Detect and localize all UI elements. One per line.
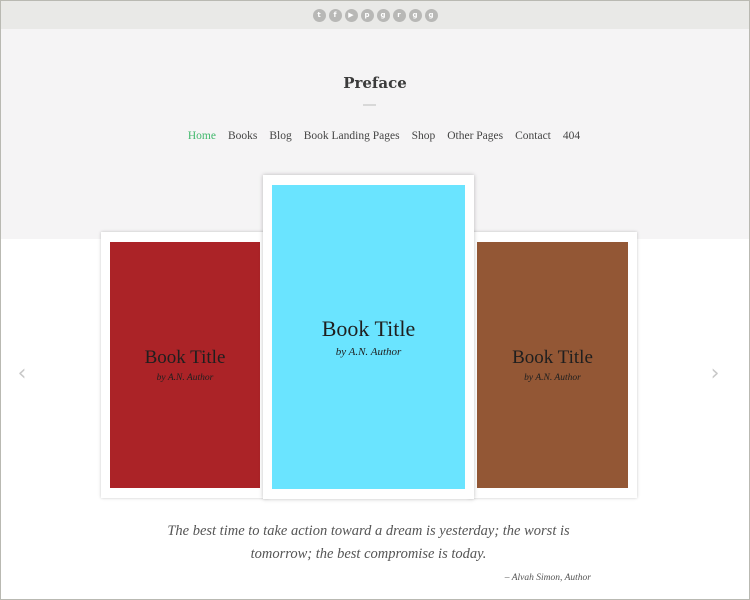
book-card[interactable]: Book Title by A.N. Author <box>468 232 637 498</box>
quote-text: The best time to take action toward a dr… <box>167 523 570 562</box>
reddit-icon[interactable]: r <box>392 8 406 22</box>
nav-item-blog[interactable]: Blog <box>269 130 291 142</box>
book-author: by A.N. Author <box>524 373 581 383</box>
book-title: Book Title <box>144 347 226 368</box>
book-title: Book Title <box>512 347 593 368</box>
carousel-prev-icon[interactable]: ‹ <box>14 363 30 385</box>
book-cover: Book Title by A.N. Author <box>110 242 260 488</box>
book-cover: Book Title by A.N. Author <box>272 185 465 489</box>
book-author: by A.N. Author <box>156 373 214 383</box>
title-divider <box>363 104 376 106</box>
main-nav: Home Books Blog Book Landing Pages Shop … <box>1 130 749 142</box>
book-title: Book Title <box>321 316 416 341</box>
book-author: by A.N. Author <box>335 346 402 358</box>
book-cover: Book Title by A.N. Author <box>477 242 628 488</box>
github-icon[interactable]: g <box>376 8 390 22</box>
carousel-next-icon[interactable]: › <box>707 363 723 385</box>
quote-attribution: – Alvah Simon, Author <box>504 573 591 583</box>
nav-item-contact[interactable]: Contact <box>515 130 551 142</box>
twitter-icon[interactable]: t <box>312 8 326 22</box>
goodreads-icon[interactable]: g <box>424 8 438 22</box>
nav-item-book-landing-pages[interactable]: Book Landing Pages <box>304 130 400 142</box>
book-card-featured[interactable]: Book Title by A.N. Author <box>263 175 474 499</box>
youtube-icon[interactable]: ▶ <box>344 8 358 22</box>
nav-item-other-pages[interactable]: Other Pages <box>447 130 503 142</box>
nav-item-404[interactable]: 404 <box>563 130 580 142</box>
site-title[interactable]: Preface <box>1 74 749 92</box>
facebook-icon[interactable]: f <box>328 8 342 22</box>
google-plus-icon[interactable]: g <box>408 8 422 22</box>
social-bar: t f ▶ p g r g g <box>1 1 749 29</box>
pinterest-icon[interactable]: p <box>360 8 374 22</box>
book-card[interactable]: Book Title by A.N. Author <box>101 232 269 498</box>
nav-item-shop[interactable]: Shop <box>412 130 436 142</box>
nav-item-books[interactable]: Books <box>228 130 257 142</box>
nav-item-home[interactable]: Home <box>188 130 216 142</box>
